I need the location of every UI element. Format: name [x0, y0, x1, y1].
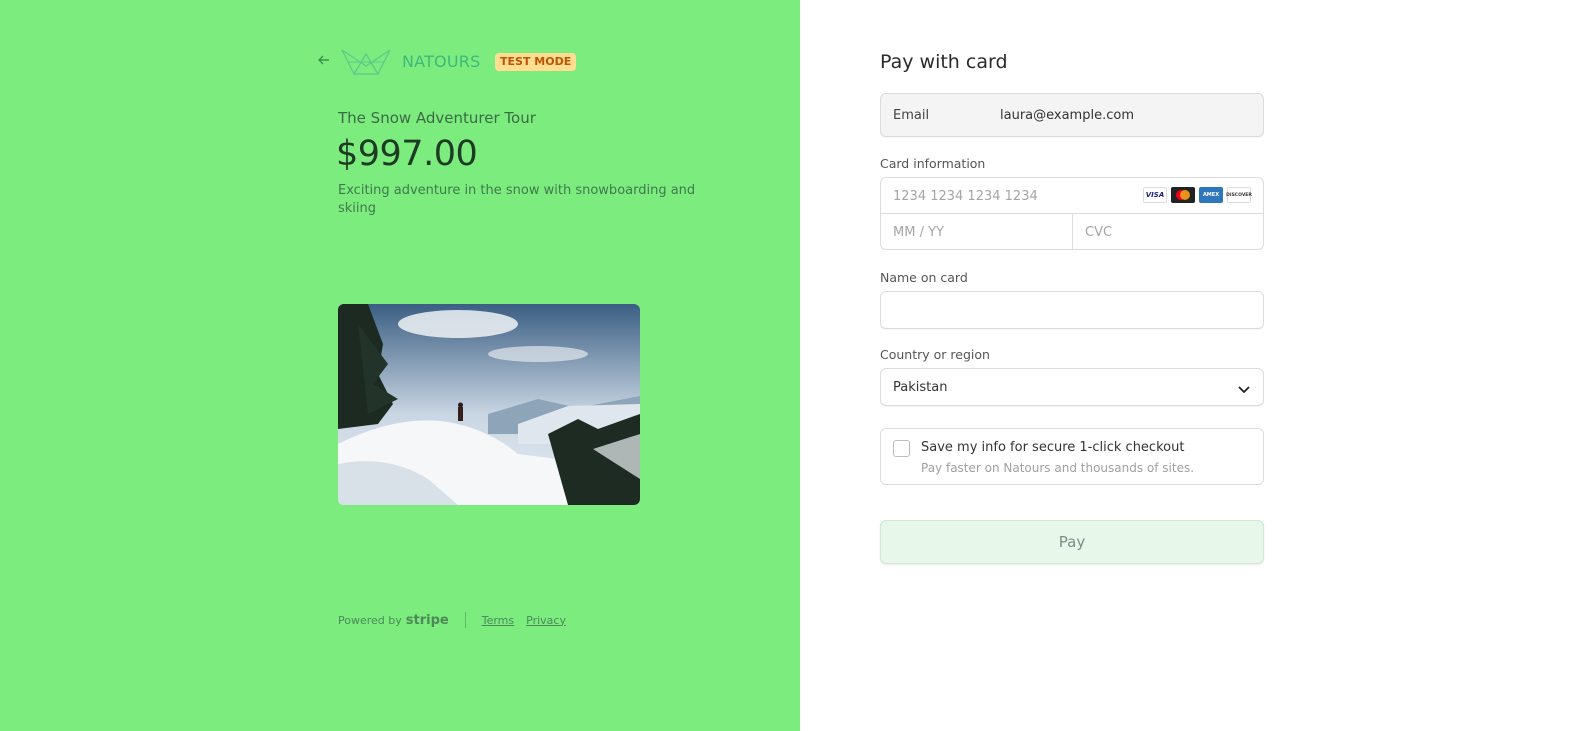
chevron-down-icon — [1237, 381, 1251, 395]
footer-divider — [464, 612, 466, 628]
name-on-card-label: Name on card — [880, 270, 968, 285]
name-on-card-input[interactable] — [880, 291, 1264, 329]
visa-icon: VISA — [1143, 187, 1167, 203]
cvc-field[interactable] — [1073, 214, 1263, 250]
product-name: The Snow Adventurer Tour — [338, 109, 536, 127]
cvc-input[interactable] — [1085, 223, 1245, 241]
country-select[interactable]: Pakistan — [880, 368, 1264, 406]
email-value[interactable]: laura@example.com — [1000, 108, 1134, 123]
expiry-input[interactable] — [893, 223, 1053, 241]
email-label: Email — [893, 108, 930, 123]
natours-logo-icon[interactable] — [340, 46, 392, 76]
card-number-field[interactable]: VISA AMEX DISCOVER — [881, 178, 1263, 214]
powered-by-text: Powered by — [338, 613, 402, 627]
brand-name: NATOURS — [402, 52, 481, 71]
terms-link[interactable]: Terms — [482, 614, 514, 627]
save-info-checkbox[interactable] — [893, 440, 910, 457]
form-title: Pay with card — [880, 51, 1008, 73]
card-information-label: Card information — [880, 156, 986, 171]
save-info-box: Save my info for secure 1-click checkout… — [880, 428, 1264, 485]
save-info-title: Save my info for secure 1-click checkout — [921, 440, 1185, 455]
pay-button[interactable]: Pay — [880, 520, 1264, 564]
card-information-group: VISA AMEX DISCOVER — [880, 177, 1264, 250]
country-value: Pakistan — [893, 380, 948, 395]
email-field[interactable]: Email laura@example.com — [880, 93, 1264, 137]
save-info-subtitle: Pay faster on Natours and thousands of s… — [921, 461, 1195, 475]
product-image — [338, 304, 640, 505]
product-description: Exciting adventure in the snow with snow… — [338, 183, 696, 216]
back-arrow-icon[interactable] — [316, 52, 332, 68]
amex-icon: AMEX — [1199, 187, 1223, 203]
mastercard-icon — [1171, 187, 1195, 203]
product-price: $997.00 — [336, 134, 478, 174]
stripe-logo[interactable]: stripe — [406, 613, 449, 628]
country-label: Country or region — [880, 347, 990, 362]
privacy-link[interactable]: Privacy — [526, 614, 566, 627]
product-summary-pane: NATOURS TEST MODE The Snow Adventurer To… — [0, 0, 800, 731]
test-mode-badge: TEST MODE — [495, 53, 577, 71]
footer: Powered by stripe Terms Privacy — [338, 612, 578, 628]
card-number-input[interactable] — [893, 187, 1123, 205]
discover-icon: DISCOVER — [1226, 187, 1252, 203]
card-brands: VISA AMEX DISCOVER — [1143, 187, 1252, 203]
expiry-field[interactable] — [881, 214, 1073, 250]
